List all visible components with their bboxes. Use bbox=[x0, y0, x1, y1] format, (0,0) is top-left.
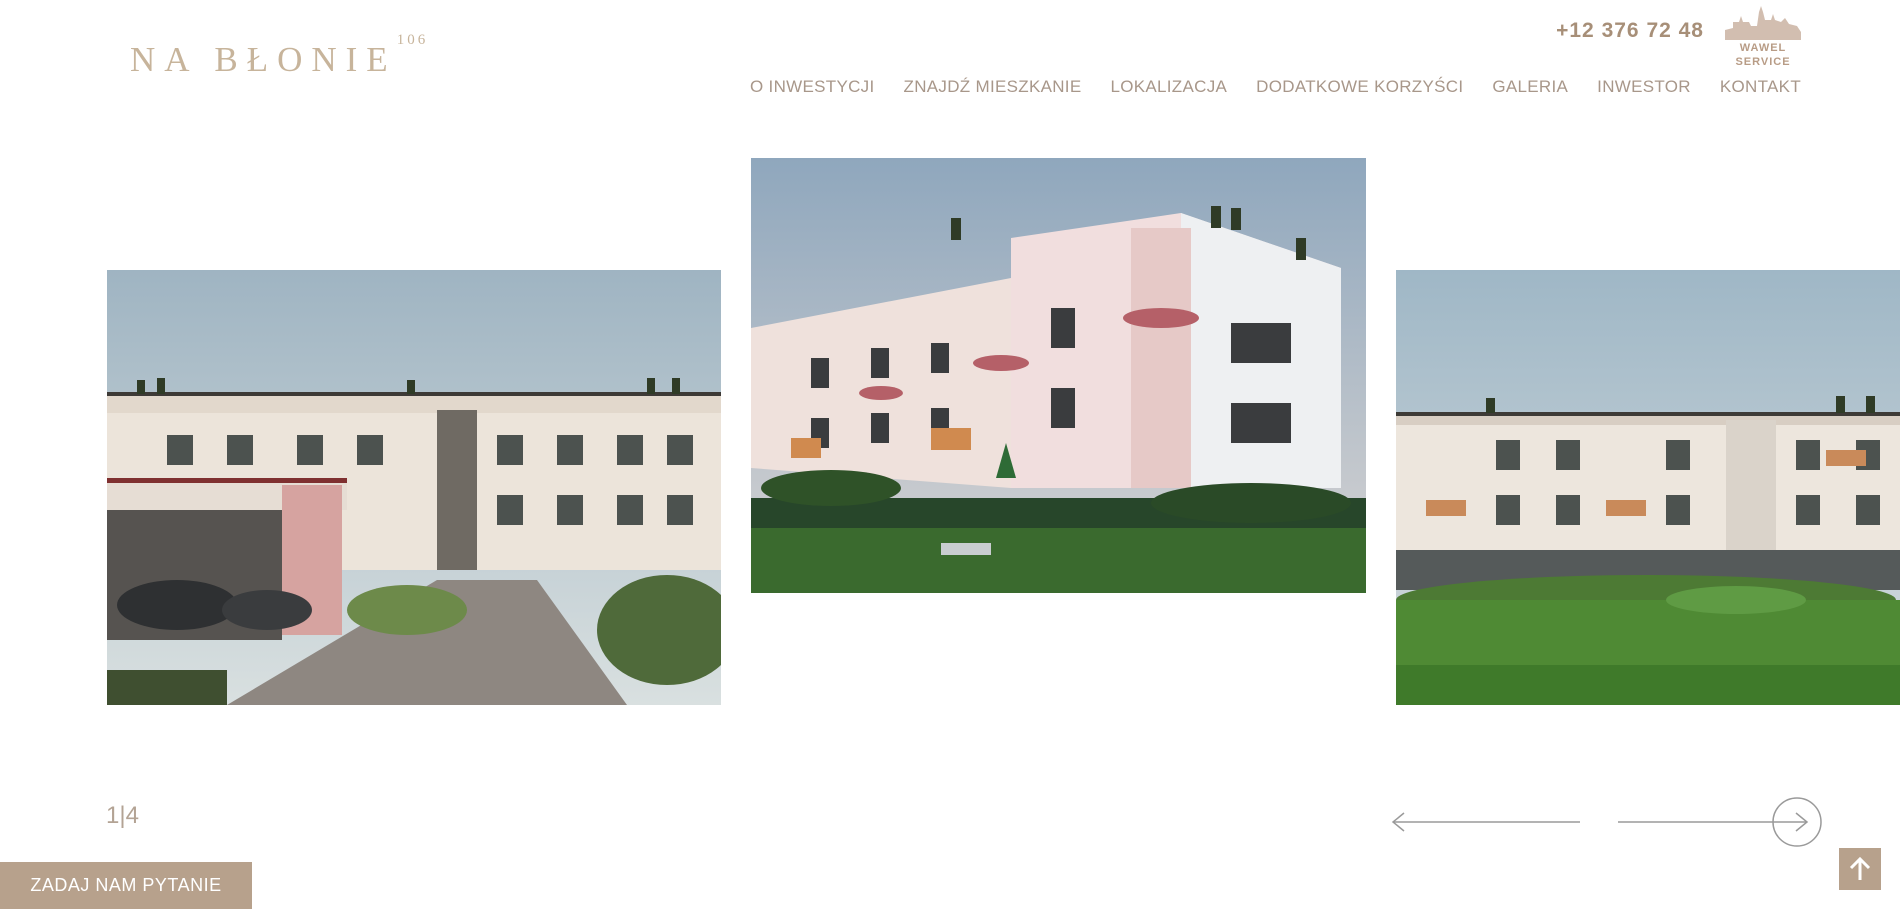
slide-total: 4 bbox=[125, 802, 139, 829]
building-render-image bbox=[107, 270, 721, 705]
scroll-to-top-button[interactable] bbox=[1839, 848, 1881, 890]
slide-current: 1 bbox=[106, 802, 120, 829]
nav-item-znajdz-mieszkanie[interactable]: ZNAJDŹ MIESZKANIE bbox=[904, 77, 1082, 97]
arrow-right-icon bbox=[1618, 797, 1822, 847]
brand-word-2: SERVICE bbox=[1735, 56, 1791, 68]
prev-slide-button[interactable] bbox=[1390, 792, 1582, 852]
nav-item-lokalizacja[interactable]: LOKALIZACJA bbox=[1110, 77, 1227, 97]
nav-item-kontakt[interactable]: KONTAKT bbox=[1720, 77, 1801, 97]
arrow-left-icon bbox=[1391, 812, 1580, 832]
slide-counter: 1|4 bbox=[106, 802, 139, 830]
nav-item-inwestor[interactable]: INWESTOR bbox=[1597, 77, 1691, 97]
phone-number[interactable]: +12 376 72 48 bbox=[1556, 19, 1704, 43]
gallery-slide-2[interactable] bbox=[751, 158, 1366, 593]
gallery-slide-3[interactable] bbox=[1396, 270, 1900, 705]
building-render-image bbox=[1396, 270, 1900, 705]
logo-text: NA BŁONIE bbox=[130, 40, 397, 79]
next-slide-button[interactable] bbox=[1616, 792, 1826, 852]
building-render-image bbox=[751, 158, 1366, 593]
brand-word-1: WAWEL bbox=[1739, 42, 1787, 54]
arrow-up-icon bbox=[1849, 856, 1871, 880]
gallery-slide-1[interactable] bbox=[107, 270, 721, 705]
wawel-service-logo[interactable]: WAWEL SERVICE bbox=[1723, 6, 1803, 70]
logo-number: 106 bbox=[396, 32, 429, 48]
nav-item-galeria[interactable]: GALERIA bbox=[1492, 77, 1568, 97]
nav-item-dodatkowe-korzysci[interactable]: DODATKOWE KORZYŚCI bbox=[1256, 77, 1463, 97]
wawel-castle-icon bbox=[1725, 6, 1801, 40]
site-logo[interactable]: NA BŁONIE106 bbox=[130, 32, 428, 80]
ask-question-button[interactable]: ZADAJ NAM PYTANIE bbox=[0, 862, 252, 909]
main-navigation: O INWESTYCJI ZNAJDŹ MIESZKANIE LOKALIZAC… bbox=[750, 77, 1801, 97]
nav-item-o-inwestycji[interactable]: O INWESTYCJI bbox=[750, 77, 875, 97]
